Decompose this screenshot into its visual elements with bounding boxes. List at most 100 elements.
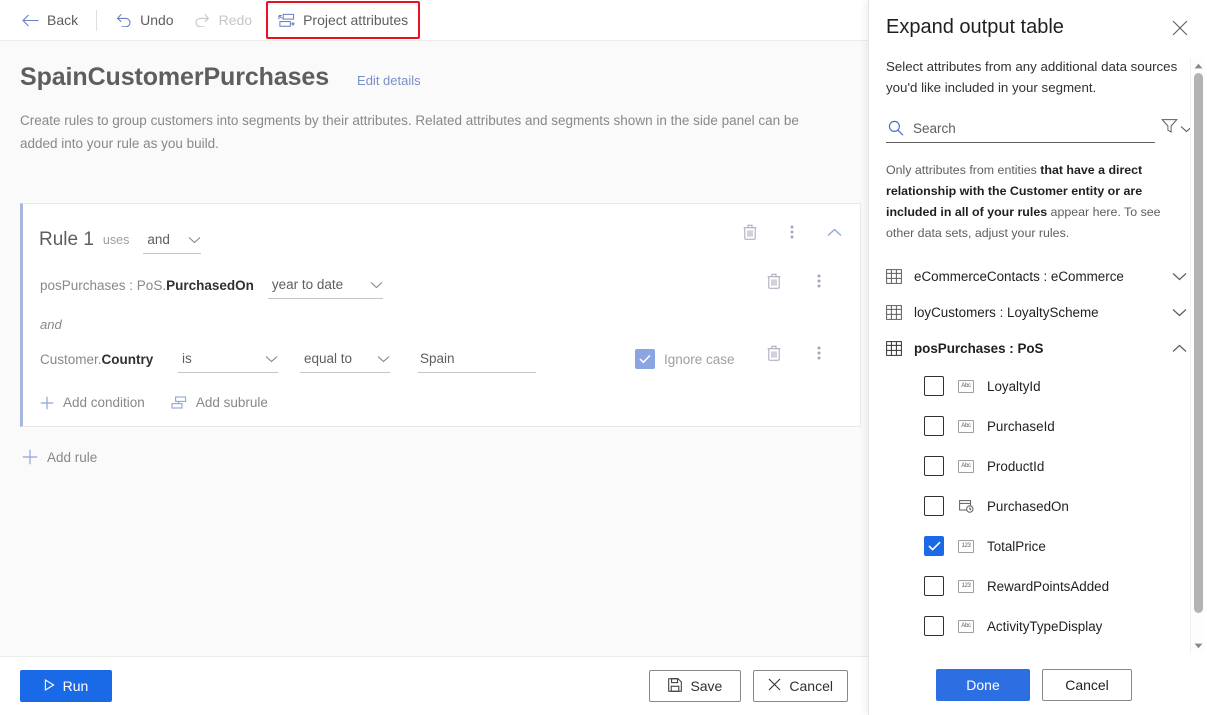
project-attributes-label: Project attributes (303, 12, 408, 28)
filter-button[interactable] (1161, 118, 1193, 139)
add-subrule-button[interactable]: Add subrule (171, 395, 268, 410)
text-type-icon: Abc (958, 380, 974, 393)
chevron-down-icon (188, 232, 201, 247)
play-icon (44, 678, 55, 694)
ignore-case-checkbox[interactable] (635, 349, 655, 369)
condition2-value-input[interactable] (418, 345, 536, 373)
attribute-row-activitytypedisplay[interactable]: Abc ActivityTypeDisplay (869, 606, 1207, 646)
table-icon (886, 305, 908, 320)
undo-label: Undo (140, 12, 173, 28)
scroll-down-arrow[interactable] (1191, 638, 1206, 653)
rule-actions (740, 222, 844, 242)
redo-label: Redo (219, 12, 252, 28)
project-attributes-icon (278, 12, 295, 29)
attribute-row-rewardpointsadded[interactable]: 123 RewardPointsAdded (869, 566, 1207, 606)
search-box[interactable] (886, 114, 1155, 143)
undo-button[interactable]: Undo (105, 4, 183, 36)
save-button[interactable]: Save (649, 670, 741, 702)
condition1-value-dropdown[interactable]: year to date (268, 271, 383, 299)
attribute-checkbox[interactable] (924, 496, 944, 516)
done-button[interactable]: Done (936, 669, 1030, 701)
scrollbar-thumb[interactable] (1194, 73, 1203, 613)
entity-row-pospurchases[interactable]: posPurchases : PoS (869, 330, 1207, 366)
scroll-up-arrow[interactable] (1191, 58, 1205, 73)
rule-footer: Add condition Add subrule (23, 376, 860, 426)
page-title-row: SpainCustomerPurchases Edit details (0, 41, 868, 92)
attribute-checkbox[interactable] (924, 576, 944, 596)
condition1-attribute: posPurchases : PoS.PurchasedOn (40, 278, 254, 293)
save-icon (668, 678, 682, 695)
add-condition-button[interactable]: Add condition (40, 395, 145, 410)
ignore-case-label: Ignore case (664, 352, 735, 367)
condition2-comparator-dropdown[interactable]: is (178, 345, 278, 373)
condition2-more-options-button[interactable] (809, 343, 829, 363)
attribute-row-purchasedon[interactable]: PurchasedOn (869, 486, 1207, 526)
attribute-checkbox[interactable] (924, 456, 944, 476)
add-rule-button[interactable]: Add rule (22, 449, 868, 465)
panel-cancel-button[interactable]: Cancel (1042, 669, 1132, 701)
attribute-checkbox[interactable] (924, 536, 944, 556)
search-input[interactable] (913, 121, 1155, 136)
back-button[interactable]: Back (12, 4, 88, 36)
panel-close-button[interactable] (1167, 17, 1193, 43)
scrollbar-track[interactable] (1194, 73, 1203, 638)
panel-note-part1: Only attributes from entities (886, 163, 1040, 177)
entity-row-loycustomers[interactable]: loyCustomers : LoyaltyScheme (869, 294, 1207, 330)
ignore-case-control[interactable]: Ignore case (635, 349, 735, 369)
redo-icon (194, 12, 211, 29)
text-type-icon: Abc (958, 420, 974, 433)
attribute-checkbox[interactable] (924, 616, 944, 636)
attribute-row-purchaseid[interactable]: Abc PurchaseId (869, 406, 1207, 446)
panel-search-row (886, 114, 1193, 143)
table-icon (886, 341, 908, 356)
close-icon (1172, 20, 1188, 41)
cancel-button[interactable]: Cancel (753, 670, 848, 702)
delete-rule-button[interactable] (740, 222, 760, 242)
delete-condition2-button[interactable] (764, 343, 784, 363)
chevron-down-icon (377, 351, 390, 366)
panel-scrollbar[interactable] (1190, 58, 1205, 653)
close-icon (768, 678, 781, 694)
add-subrule-label: Add subrule (196, 395, 268, 410)
condition2-entity-prefix: Customer. (40, 352, 102, 367)
condition1-entity-prefix: posPurchases : PoS. (40, 278, 166, 293)
project-attributes-button[interactable]: Project attributes (276, 4, 410, 36)
attribute-row-productid[interactable]: Abc ProductId (869, 446, 1207, 486)
condition2-operator-value: equal to (304, 351, 360, 366)
run-button[interactable]: Run (20, 670, 112, 702)
chevron-down-icon[interactable] (1172, 308, 1187, 317)
filter-icon (1161, 118, 1178, 139)
panel-cancel-label: Cancel (1065, 677, 1109, 693)
condition1-more-options-button[interactable] (809, 271, 829, 291)
condition2-actions (764, 343, 829, 363)
redo-button[interactable]: Redo (184, 4, 262, 36)
plus-icon (22, 449, 38, 465)
entity-list: eCommerceContacts : eCommerce loyCustome… (869, 244, 1207, 655)
rule-uses-label: uses (103, 233, 129, 247)
rule-operator-dropdown[interactable]: and (143, 226, 201, 254)
panel-note: Only attributes from entities that have … (869, 143, 1207, 244)
condition2-operator-dropdown[interactable]: equal to (300, 345, 390, 373)
panel-header: Expand output table (869, 0, 1207, 43)
delete-condition1-button[interactable] (764, 271, 784, 291)
expand-output-table-panel: Expand output table Select attributes fr… (868, 0, 1207, 715)
attribute-label: PurchasedOn (987, 499, 1069, 514)
table-icon (886, 269, 908, 284)
rule-more-options-button[interactable] (782, 222, 802, 242)
attribute-checkbox[interactable] (924, 416, 944, 436)
arrow-left-icon (22, 12, 39, 29)
command-bar: Back Undo Redo (0, 0, 868, 41)
attribute-row-loyaltyid[interactable]: Abc LoyaltyId (869, 366, 1207, 406)
entity-label: posPurchases : PoS (914, 341, 1172, 356)
condition1-actions (764, 271, 829, 291)
collapse-rule-chevron-icon[interactable] (824, 222, 844, 242)
chevron-up-icon[interactable] (1172, 344, 1187, 353)
attribute-label: RewardPointsAdded (987, 579, 1109, 594)
chevron-down-icon[interactable] (1172, 272, 1187, 281)
attribute-row-totalprice[interactable]: 123 TotalPrice (869, 526, 1207, 566)
edit-details-link[interactable]: Edit details (357, 73, 421, 88)
number-type-icon: 123 (958, 580, 974, 593)
attribute-checkbox[interactable] (924, 376, 944, 396)
footer-actions: Save Cancel (649, 670, 848, 702)
entity-row-ecommercecontacts[interactable]: eCommerceContacts : eCommerce (869, 258, 1207, 294)
